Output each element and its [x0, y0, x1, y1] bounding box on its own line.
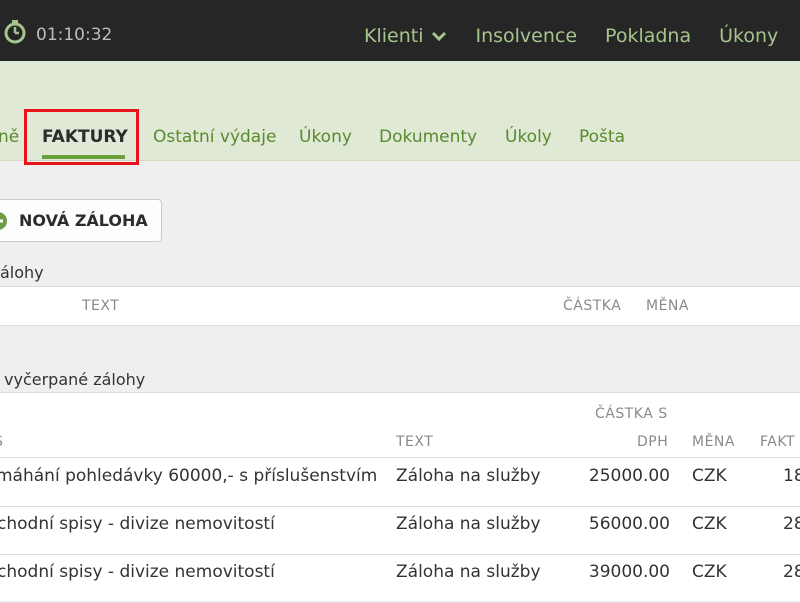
- column-header-text: TEXT: [396, 434, 434, 450]
- highlight-annotation: [24, 109, 139, 165]
- tab-ostatni-vydaje[interactable]: Ostatní výdaje: [153, 126, 276, 148]
- advances-table: TEXT ČÁSTKA MĚNA: [0, 286, 800, 326]
- section-title-used-advances: vyčerpané zálohy: [4, 370, 146, 389]
- top-navigation: Klienti Insolvence Pokladna Úkony: [364, 24, 778, 48]
- cell-invoice: 28: [783, 514, 800, 534]
- column-header-text: TEXT: [82, 298, 120, 314]
- top-bar: 01:10:32 Klienti Insolvence Pokladna Úko…: [0, 0, 800, 61]
- cell-text: Záloha na služby: [396, 562, 541, 582]
- cell-name: chodní spisy - divize nemovitostí: [0, 514, 275, 534]
- section-title-advances: álohy: [0, 263, 44, 282]
- used-advances-table: S TEXT ČÁSTKA S DPH MĚNA FAKT máhání poh…: [0, 392, 800, 603]
- chevron-down-icon[interactable]: [431, 31, 447, 41]
- cell-invoice: 18: [783, 466, 800, 486]
- new-advance-label: NOVÁ ZÁLOHA: [19, 211, 148, 230]
- column-header-amount: ČÁSTKA: [563, 298, 622, 314]
- tab-dokumenty[interactable]: Dokumenty: [379, 126, 477, 148]
- column-header-subject: S: [0, 433, 3, 451]
- table-row[interactable]: chodní spisy - divize nemovitostí Záloha…: [0, 554, 800, 603]
- cell-currency: CZK: [692, 562, 727, 582]
- cell-name: máhání pohledávky 60000,- s příslušenstv…: [0, 466, 378, 486]
- cell-currency: CZK: [692, 514, 727, 534]
- cell-invoice: 28: [783, 562, 800, 582]
- timer-display: 01:10:32: [36, 25, 113, 45]
- plus-circle-icon: [0, 212, 7, 230]
- tab-partial[interactable]: ně: [0, 126, 19, 148]
- cell-amount: 39000.00: [588, 562, 670, 582]
- cell-amount: 56000.00: [588, 514, 670, 534]
- cell-amount: 25000.00: [588, 466, 670, 486]
- column-header-amount-line2: DPH: [637, 434, 669, 450]
- column-header-amount-line1: ČÁSTKA S: [595, 406, 668, 422]
- table-row[interactable]: máhání pohledávky 60000,- s příslušenstv…: [0, 458, 800, 507]
- cell-currency: CZK: [692, 466, 727, 486]
- column-header-currency: MĚNA: [646, 298, 689, 314]
- column-header-invoice: FAKT: [760, 434, 795, 450]
- nav-item-klienti[interactable]: Klienti: [364, 24, 423, 48]
- nav-item-insolvence[interactable]: Insolvence: [475, 24, 577, 48]
- new-advance-button[interactable]: NOVÁ ZÁLOHA: [0, 199, 162, 242]
- cell-name: chodní spisy - divize nemovitostí: [0, 562, 275, 582]
- cell-text: Záloha na služby: [396, 514, 541, 534]
- nav-item-pokladna[interactable]: Pokladna: [605, 24, 691, 48]
- nav-item-ukony[interactable]: Úkony: [719, 24, 778, 48]
- table-header: S TEXT ČÁSTKA S DPH MĚNA FAKT: [0, 393, 800, 458]
- column-header-currency: MĚNA: [692, 434, 735, 450]
- tab-ukoly[interactable]: Úkoly: [505, 126, 552, 148]
- cell-text: Záloha na služby: [396, 466, 541, 486]
- tab-ukony[interactable]: Úkony: [299, 126, 352, 148]
- stopwatch-icon[interactable]: [2, 19, 28, 45]
- table-row[interactable]: chodní spisy - divize nemovitostí Záloha…: [0, 506, 800, 555]
- tab-posta[interactable]: Pošta: [579, 126, 625, 148]
